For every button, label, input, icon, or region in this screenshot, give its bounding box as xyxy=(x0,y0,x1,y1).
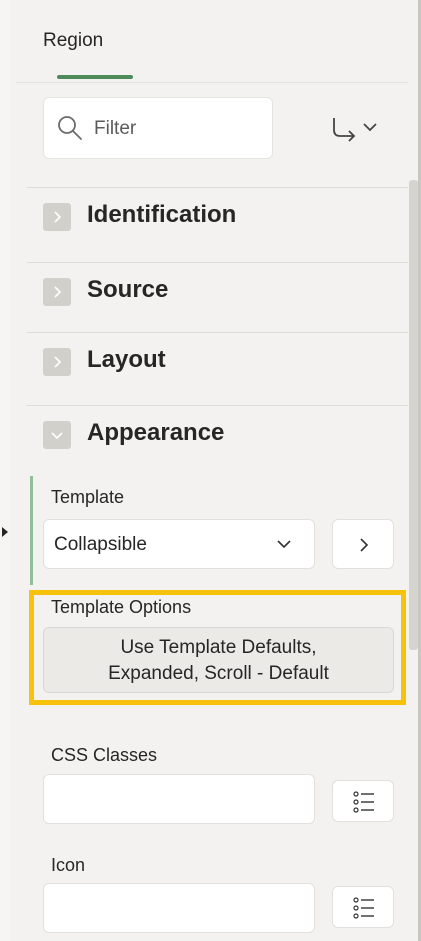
template-options-label: Template Options xyxy=(51,597,192,617)
list-icon xyxy=(353,897,374,919)
scrollbar[interactable] xyxy=(409,180,418,650)
chevron-right-icon xyxy=(360,538,369,552)
chevron-down-icon xyxy=(43,421,71,449)
section-layout[interactable]: Layout xyxy=(27,332,408,390)
template-options-value-line1: Use Template Defaults, xyxy=(120,637,317,658)
list-icon xyxy=(353,791,374,813)
css-classes-label: CSS Classes xyxy=(51,745,158,765)
icon-label: Icon xyxy=(51,855,86,875)
section-source[interactable]: Source xyxy=(27,262,408,320)
chevron-right-icon xyxy=(43,278,71,306)
go-to-arrow-icon[interactable] xyxy=(322,110,392,144)
template-details-button[interactable] xyxy=(332,519,394,569)
chevron-down-icon xyxy=(277,540,291,549)
filter-field[interactable] xyxy=(43,97,273,159)
css-classes-input[interactable] xyxy=(43,774,315,824)
icon-list-button[interactable] xyxy=(332,886,394,928)
active-field-indicator xyxy=(30,476,33,585)
chevron-right-icon xyxy=(43,203,71,231)
section-title: Identification xyxy=(87,201,237,228)
template-label: Template xyxy=(51,487,125,507)
icon-input[interactable] xyxy=(43,883,315,933)
search-icon xyxy=(58,116,82,140)
template-options-value-line2: Expanded, Scroll - Default xyxy=(108,663,329,684)
active-tab-indicator xyxy=(57,75,133,79)
template-select-value: Collapsible xyxy=(54,534,147,555)
css-classes-list-button[interactable] xyxy=(332,780,394,822)
template-select[interactable]: Collapsible xyxy=(43,519,315,569)
tab-region[interactable]: Region xyxy=(43,30,103,52)
section-title: Layout xyxy=(87,346,166,373)
section-title: Source xyxy=(87,276,169,303)
filter-input[interactable] xyxy=(92,112,266,146)
chevron-right-icon xyxy=(43,348,71,376)
section-identification[interactable]: Identification xyxy=(27,187,408,245)
section-appearance[interactable]: Appearance xyxy=(27,405,408,463)
section-title: Appearance xyxy=(87,419,225,446)
template-options-button[interactable]: Use Template Defaults, Expanded, Scroll … xyxy=(43,627,394,693)
expand-handle-icon[interactable] xyxy=(2,527,8,537)
